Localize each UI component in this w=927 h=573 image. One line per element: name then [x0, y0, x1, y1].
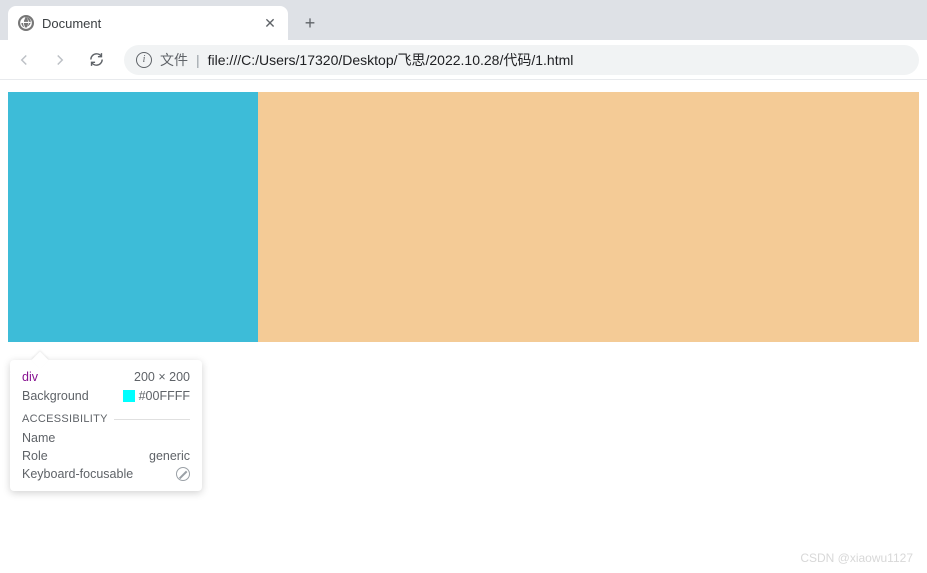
tab-strip: Document ✕ +	[0, 0, 927, 40]
url-separator: |	[196, 52, 200, 68]
tooltip-bg-value: #00FFFF	[123, 389, 190, 403]
url-prefix: 文件	[160, 50, 188, 70]
content-row	[8, 92, 919, 342]
toolbar: i 文件 | file:///C:/Users/17320/Desktop/飞思…	[0, 40, 927, 80]
globe-icon	[18, 15, 34, 31]
color-swatch	[123, 390, 135, 402]
page-content	[0, 80, 927, 342]
tooltip-bg-label: Background	[22, 389, 89, 403]
tooltip-keyboard-row: Keyboard-focusable	[22, 467, 190, 481]
url-text: file:///C:/Users/17320/Desktop/飞思/2022.1…	[208, 50, 574, 70]
close-icon[interactable]: ✕	[262, 15, 278, 31]
back-button[interactable]	[8, 44, 40, 76]
devtools-tooltip: div 200 × 200 Background #00FFFF Accessi…	[10, 360, 202, 491]
tooltip-name-row: Name	[22, 431, 190, 445]
tooltip-tag: div	[22, 370, 38, 384]
prohibited-icon	[176, 467, 190, 481]
blue-box	[8, 92, 258, 342]
tooltip-role-row: Role generic	[22, 449, 190, 463]
reload-button[interactable]	[80, 44, 112, 76]
info-icon: i	[136, 52, 152, 68]
tooltip-dimensions: 200 × 200	[134, 370, 190, 384]
tooltip-section-heading: Accessibility	[22, 413, 190, 425]
forward-button[interactable]	[44, 44, 76, 76]
tab-title: Document	[42, 16, 254, 31]
peach-box	[258, 92, 919, 342]
watermark: CSDN @xiaowu1127	[800, 551, 913, 565]
address-bar[interactable]: i 文件 | file:///C:/Users/17320/Desktop/飞思…	[124, 45, 919, 75]
new-tab-button[interactable]: +	[296, 9, 324, 37]
browser-tab[interactable]: Document ✕	[8, 6, 288, 40]
